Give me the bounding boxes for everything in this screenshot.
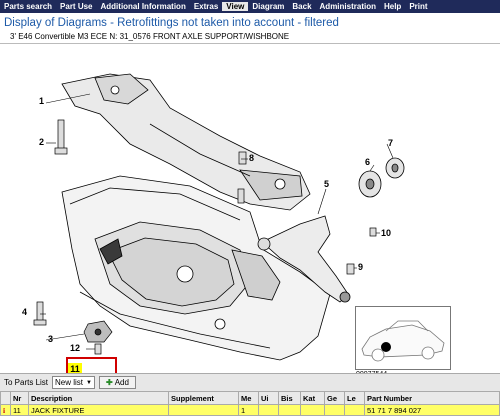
cell-ui [258, 404, 279, 416]
col-part-number[interactable]: Part Number [364, 391, 500, 405]
col-supplement[interactable]: Supplement [168, 391, 239, 405]
page-title: Display of Diagrams - Retrofittings not … [4, 17, 339, 29]
table-row[interactable]: i 11 JACK FIXTURE 1 51 71 7 894 027 [0, 404, 500, 416]
cell-description: JACK FIXTURE [28, 404, 169, 416]
parts-list-select-value: New list [55, 378, 84, 387]
menu-part-use[interactable]: Part Use [56, 2, 96, 11]
menu-additional-information[interactable]: Additional Information [97, 2, 190, 11]
parts-list-select[interactable]: New list ▼ [52, 376, 95, 389]
col-le[interactable]: Le [344, 391, 365, 405]
chevron-down-icon: ▼ [86, 379, 92, 386]
col-bis[interactable]: Bis [278, 391, 301, 405]
menu-diagram[interactable]: Diagram [248, 2, 288, 11]
callout-4[interactable]: 4 [22, 307, 27, 317]
callout-9[interactable]: 9 [358, 262, 363, 272]
car-locator-inset [355, 306, 451, 370]
callout-10[interactable]: 10 [381, 228, 391, 238]
info-icon[interactable]: i [0, 404, 11, 416]
add-button-label: Add [114, 378, 129, 387]
cell-me: 1 [238, 404, 259, 416]
callout-12[interactable]: 12 [70, 343, 80, 353]
col-ui[interactable]: Ui [258, 391, 279, 405]
menu-parts-search[interactable]: Parts search [0, 2, 56, 11]
callout-1[interactable]: 1 [39, 96, 44, 106]
col-description[interactable]: Description [28, 391, 169, 405]
menu-bar: Parts search Part Use Additional Informa… [0, 0, 500, 13]
menu-administration[interactable]: Administration [316, 2, 380, 11]
callout-11[interactable]: 11 [68, 363, 82, 373]
col-ge[interactable]: Ge [324, 391, 345, 405]
col-flag [0, 391, 11, 405]
callout-2[interactable]: 2 [39, 137, 44, 147]
menu-extras[interactable]: Extras [190, 2, 222, 11]
cell-ge [324, 404, 345, 416]
menu-back[interactable]: Back [288, 2, 315, 11]
plus-icon: ✚ [105, 378, 113, 387]
callout-6[interactable]: 6 [365, 157, 370, 167]
callout-7[interactable]: 7 [388, 138, 393, 148]
parts-list-toolbar: To Parts List New list ▼ ✚ Add [0, 373, 500, 391]
menu-view[interactable]: View [222, 2, 249, 11]
parts-table: Nr Description Supplement Me Ui Bis Kat … [0, 391, 500, 416]
add-button[interactable]: ✚ Add [98, 376, 136, 389]
car-outline-icon [361, 320, 445, 362]
callout-3[interactable]: 3 [48, 334, 53, 344]
callout-5[interactable]: 5 [324, 179, 329, 189]
menu-print[interactable]: Print [405, 2, 431, 11]
cell-le [344, 404, 365, 416]
jack-fixture [83, 320, 113, 343]
cell-part-number: 51 71 7 894 027 [364, 404, 500, 416]
cell-supplement [168, 404, 239, 416]
col-kat[interactable]: Kat [300, 391, 325, 405]
cell-nr: 11 [10, 404, 29, 416]
diagram-subtitle: 3' E46 Convertible M3 ECE N: 31_0576 FRO… [10, 32, 290, 41]
to-parts-list-label: To Parts List [4, 378, 49, 387]
callout-8[interactable]: 8 [249, 153, 254, 163]
col-nr[interactable]: Nr [10, 391, 29, 405]
col-me[interactable]: Me [238, 391, 259, 405]
cell-kat [300, 404, 325, 416]
parts-diagram[interactable]: 1 2 3 4 5 6 7 8 9 10 12 11 00077544 [0, 43, 500, 373]
cell-bis [278, 404, 301, 416]
menu-help[interactable]: Help [380, 2, 405, 11]
table-header-row: Nr Description Supplement Me Ui Bis Kat … [0, 391, 500, 405]
page-title-bar: Display of Diagrams - Retrofittings not … [0, 13, 500, 31]
